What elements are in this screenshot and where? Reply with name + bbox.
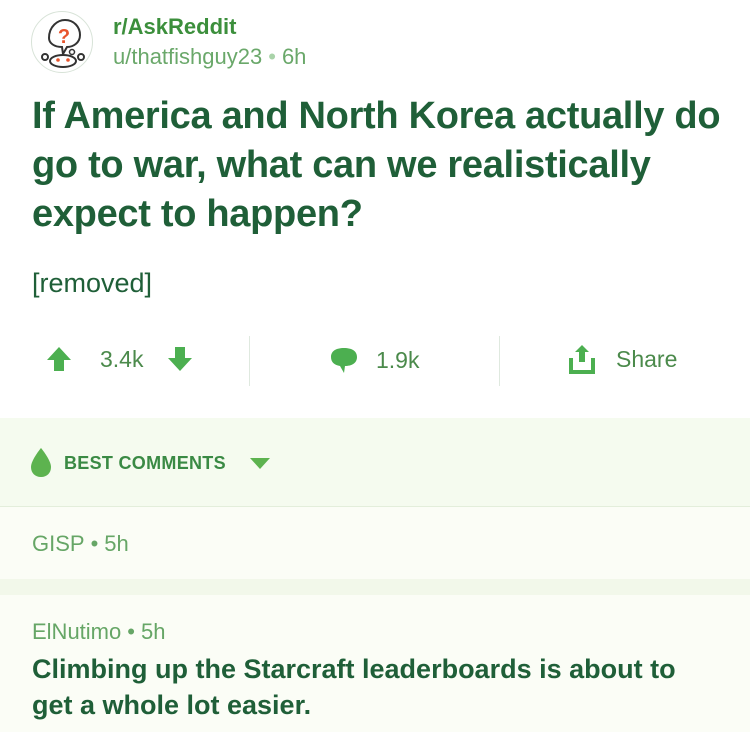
comment-item[interactable]: ElNutimo • 5h Climbing up the Starcraft le… [0, 595, 750, 732]
divider [499, 336, 500, 386]
post-actions-bar: 3.4k 1.9k Share [0, 336, 750, 386]
divider [249, 336, 250, 386]
comment-item[interactable]: GISP • 5h [0, 507, 750, 579]
comment-author[interactable]: GISP [32, 531, 85, 556]
post-age: 6h [281, 44, 307, 69]
vote-score: 3.4k [100, 345, 144, 372]
post-header: ? r/AskReddit u/thatfishguy23 • 6h [0, 0, 750, 80]
separator-dot: • [127, 619, 135, 644]
sort-label: BEST COMMENTS [64, 453, 226, 473]
comment-author[interactable]: ElNutimo [32, 619, 121, 644]
comment-body: Climbing up the Starcraft leaderboards i… [32, 654, 676, 720]
subreddit-avatar-icon[interactable]: ? [31, 11, 93, 73]
subreddit-name[interactable]: r/AskReddit [113, 14, 236, 40]
comment-age: 5h [104, 531, 129, 556]
comments-sort-bar[interactable]: BEST COMMENTS [0, 418, 750, 507]
post-title[interactable]: If America and North Korea actually do g… [32, 92, 722, 239]
share-button[interactable]: Share [566, 342, 677, 376]
comment-meta: ElNutimo • 5h [32, 619, 165, 645]
vote-group: 3.4k [44, 344, 195, 374]
post-meta: u/thatfishguy23 • 6h [113, 44, 306, 70]
share-icon [566, 342, 598, 376]
post-author[interactable]: u/thatfishguy23 [113, 44, 262, 69]
separator-dot: • [90, 531, 99, 556]
share-label: Share [616, 345, 678, 372]
comment-count: 1.9k [376, 346, 420, 373]
drop-icon [28, 446, 54, 483]
comment-meta: GISP • 5h [32, 531, 129, 557]
comments-button[interactable]: 1.9k [328, 344, 419, 376]
svg-text:?: ? [58, 26, 70, 48]
comment-separator [0, 579, 750, 595]
post-body: [removed] [32, 268, 153, 298]
upvote-icon[interactable] [44, 344, 74, 374]
comment-age: 5h [140, 619, 166, 644]
separator-dot: • [268, 44, 276, 69]
downvote-icon[interactable] [165, 344, 195, 374]
comment-icon [328, 344, 360, 376]
chevron-down-icon[interactable] [249, 456, 271, 475]
